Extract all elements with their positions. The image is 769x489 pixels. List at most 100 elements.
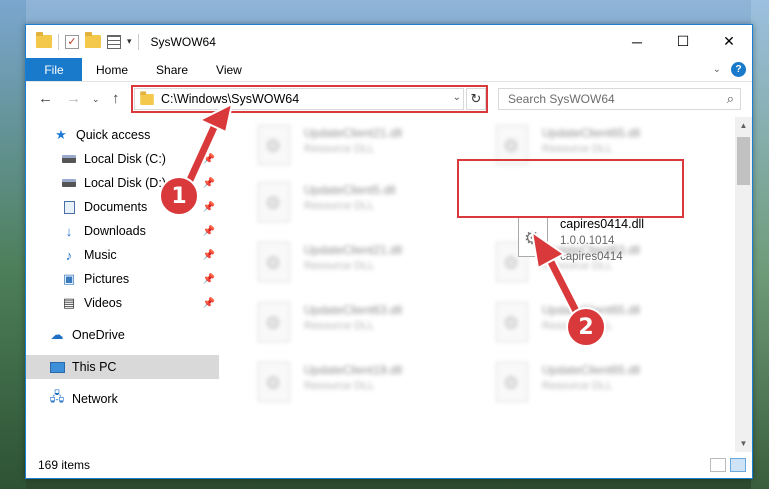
- sidebar-item-videos[interactable]: ▤ Videos 📌: [26, 291, 219, 315]
- file-name: UpdateClient65.dll: [542, 363, 641, 377]
- tab-share[interactable]: Share: [142, 58, 202, 81]
- pictures-icon: ▣: [62, 271, 76, 286]
- list-item[interactable]: UpdateClient19.dll Resource DLL: [248, 354, 458, 410]
- window-title: SysWOW64: [150, 34, 216, 49]
- pc-icon: [48, 361, 66, 373]
- file-product: capires0414: [560, 251, 623, 263]
- sidebar-item-local-disk-c[interactable]: Local Disk (C:) 📌: [26, 147, 219, 171]
- rename-icon[interactable]: [107, 34, 121, 49]
- dll-file-icon: [258, 362, 290, 402]
- pin-icon: 📌: [202, 249, 215, 261]
- tab-home[interactable]: Home: [82, 58, 142, 81]
- search-icon[interactable]: ⌕: [727, 91, 734, 107]
- help-icon[interactable]: ?: [731, 62, 746, 77]
- dll-file-icon: [258, 125, 290, 165]
- recent-locations-icon[interactable]: ⌄: [92, 94, 100, 105]
- large-icons-view-icon[interactable]: [730, 458, 746, 472]
- navigation-pane: ★ Quick access Local Disk (C:) 📌 Local D…: [26, 121, 221, 441]
- network-icon: 🖧: [49, 389, 65, 404]
- up-arrow-icon[interactable]: ↑: [112, 90, 120, 107]
- dll-file-icon: [496, 302, 528, 342]
- properties-check-icon[interactable]: ✓: [65, 34, 79, 49]
- window-controls: ─ ☐ ✕: [614, 25, 752, 58]
- music-icon: ♪: [65, 247, 73, 263]
- expand-ribbon-icon[interactable]: ⌄: [713, 64, 721, 75]
- pin-icon: 📌: [202, 153, 215, 165]
- file-highlight-box: [457, 159, 684, 218]
- close-button[interactable]: ✕: [706, 25, 752, 58]
- list-item[interactable]: UpdateClient65.dll Resource DLL: [486, 354, 696, 410]
- file-description: Resource DLL: [304, 260, 375, 272]
- desktop-background-right: [751, 0, 769, 489]
- ribbon-controls: ⌄ ?: [713, 58, 746, 81]
- sidebar-item-quick-access[interactable]: ★ Quick access: [26, 123, 219, 147]
- list-item[interactable]: UpdateClient5.dll Resource DLL: [248, 174, 458, 230]
- minimize-button[interactable]: ─: [614, 25, 660, 58]
- sidebar-item-label: Local Disk (C:): [84, 152, 166, 166]
- pin-icon: 📌: [202, 225, 215, 237]
- sidebar-item-this-pc[interactable]: This PC: [26, 355, 219, 379]
- file-version: 1.0.0.1014: [560, 235, 615, 247]
- customize-toolbar-icon[interactable]: ▾: [127, 36, 132, 47]
- ribbon-tabs: File Home Share View ⌄ ?: [26, 58, 752, 82]
- tab-view[interactable]: View: [202, 58, 256, 81]
- sidebar-item-label: Videos: [84, 296, 122, 310]
- sidebar-item-network[interactable]: 🖧 Network: [26, 387, 219, 411]
- sidebar-item-downloads[interactable]: ↓ Downloads 📌: [26, 219, 219, 243]
- file-name: UpdateClient63.dll: [304, 303, 403, 317]
- download-icon: ↓: [65, 223, 73, 239]
- file-description: Resource DLL: [304, 320, 375, 332]
- list-item[interactable]: UpdateClient21.dll Resource DLL: [248, 234, 458, 290]
- file-name: UpdateClient21.dll: [304, 126, 403, 140]
- dll-file-icon: [258, 302, 290, 342]
- dll-file-icon: [258, 242, 290, 282]
- file-name: capires0414.dll: [560, 217, 645, 231]
- file-name: UpdateClient65.dll: [542, 126, 641, 140]
- sidebar-item-label: Pictures: [84, 272, 130, 286]
- sidebar-item-label: Quick access: [76, 128, 151, 142]
- sidebar-item-label: Network: [72, 392, 118, 406]
- explorer-window: ✓ ▾ SysWOW64 ─ ☐ ✕ File Home Share View …: [25, 24, 753, 479]
- sidebar-item-label: Local Disk (D:): [84, 176, 166, 190]
- sidebar-item-pictures[interactable]: ▣ Pictures 📌: [26, 267, 219, 291]
- file-name: UpdateClient19.dll: [304, 363, 403, 377]
- file-name: UpdateClient21.dll: [304, 243, 403, 257]
- pin-icon: 📌: [202, 273, 215, 285]
- file-description: Resource DLL: [304, 200, 375, 212]
- documents-icon: [60, 200, 78, 214]
- callout-badge-1: 1: [159, 176, 199, 216]
- title-bar: ✓ ▾ SysWOW64 ─ ☐ ✕: [26, 25, 752, 58]
- pin-icon: 📌: [202, 201, 215, 213]
- scroll-up-icon[interactable]: ▲: [735, 117, 752, 134]
- address-row: ← → ⌄ ↑ C:\Windows\SysWOW64 ⌄ ↻ Search S…: [26, 85, 752, 115]
- list-item[interactable]: UpdateClient21.dll Resource DLL: [248, 117, 458, 173]
- scroll-thumb[interactable]: [737, 137, 750, 185]
- back-arrow-icon[interactable]: ←: [38, 90, 53, 107]
- scroll-down-icon[interactable]: ▼: [735, 435, 752, 452]
- file-name: UpdateClient5.dll: [304, 183, 396, 197]
- drive-icon: [60, 155, 78, 163]
- file-description: Resource DLL: [304, 380, 375, 392]
- file-description: Resource DLL: [542, 380, 613, 392]
- divider: [58, 33, 59, 50]
- pin-icon: 📌: [202, 177, 215, 189]
- forward-arrow-icon[interactable]: →: [66, 90, 81, 107]
- search-input[interactable]: Search SysWOW64 ⌕: [498, 88, 741, 110]
- status-bar: 169 items: [26, 452, 752, 478]
- videos-icon: ▤: [62, 295, 76, 310]
- sidebar-item-onedrive[interactable]: ☁ OneDrive: [26, 323, 219, 347]
- divider: [137, 33, 139, 50]
- maximize-button[interactable]: ☐: [660, 25, 706, 58]
- sidebar-item-label: Music: [84, 248, 117, 262]
- search-placeholder: Search SysWOW64: [508, 92, 615, 106]
- vertical-scrollbar[interactable]: ▲ ▼: [735, 117, 752, 452]
- desktop-background-left: [0, 0, 26, 489]
- sidebar-item-label: OneDrive: [72, 328, 125, 342]
- list-item[interactable]: UpdateClient63.dll Resource DLL: [248, 294, 458, 350]
- address-highlight-box: [131, 85, 488, 113]
- item-count: 169 items: [38, 458, 91, 472]
- tab-file[interactable]: File: [26, 58, 82, 81]
- sidebar-item-music[interactable]: ♪ Music 📌: [26, 243, 219, 267]
- details-view-icon[interactable]: [710, 458, 726, 472]
- new-folder-icon[interactable]: [85, 32, 101, 48]
